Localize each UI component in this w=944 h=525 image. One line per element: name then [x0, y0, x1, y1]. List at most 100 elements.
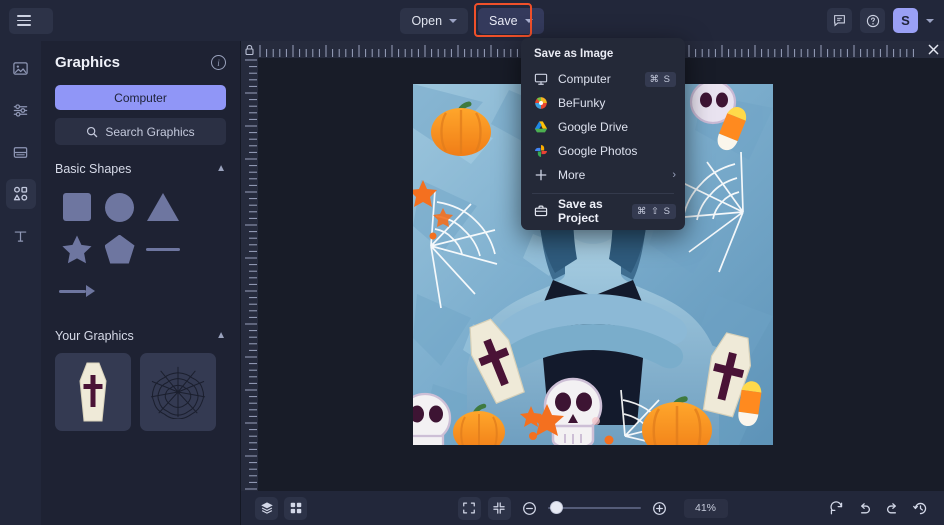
minus-circle-icon — [522, 501, 536, 515]
save-button-label: Save — [489, 13, 518, 28]
rail-item-text[interactable] — [6, 221, 36, 251]
avatar[interactable]: S — [893, 8, 918, 33]
save-menu-item-google-drive[interactable]: Google Drive — [521, 115, 685, 139]
project-menu-chip[interactable] — [9, 7, 53, 34]
text-t-icon — [14, 230, 27, 242]
save-menu-item-google-photos-label: Google Photos — [558, 144, 638, 158]
zoom-slider-knob[interactable] — [549, 501, 563, 514]
redo-button[interactable] — [881, 497, 904, 520]
shape-pentagon[interactable] — [98, 228, 141, 270]
info-icon[interactable]: i — [211, 55, 226, 70]
reset-button[interactable] — [825, 497, 848, 520]
search-graphics-label: Search Graphics — [105, 124, 195, 139]
chevron-down-icon — [524, 18, 533, 23]
reset-icon — [830, 500, 843, 514]
fit-to-screen-icon — [493, 502, 505, 514]
search-graphics-input[interactable]: Search Graphics — [55, 118, 226, 145]
befunky-logo-icon — [535, 97, 547, 109]
shape-star[interactable] — [55, 228, 98, 270]
layers-button[interactable] — [255, 496, 278, 520]
zoom-level-value: 41% — [694, 502, 716, 514]
bottom-bar: 41% — [241, 491, 944, 525]
help-button[interactable] — [860, 8, 885, 33]
section-basic-shapes: Basic Shapes ▲ — [55, 162, 226, 312]
rail-item-image[interactable] — [6, 53, 36, 83]
save-menu-item-more[interactable]: More › — [521, 163, 685, 187]
google-photos-icon — [535, 145, 547, 157]
section-your-graphics-title: Your Graphics — [55, 329, 134, 343]
ruler-lock-button[interactable] — [241, 41, 258, 58]
section-your-graphics-header[interactable]: Your Graphics ▲ — [55, 329, 226, 343]
star-icon — [61, 235, 91, 263]
chevron-down-icon — [449, 18, 458, 23]
redo-arrow-icon — [887, 502, 896, 513]
chevron-right-icon: › — [672, 169, 676, 181]
rail-item-graphics[interactable] — [5, 179, 36, 209]
save-menu-item-computer-shortcut: ⌘ S — [644, 71, 676, 87]
panel-header: Graphics i — [55, 54, 226, 71]
feedback-button[interactable] — [827, 8, 852, 33]
fullscreen-button[interactable] — [457, 496, 481, 520]
save-menu-item-save-as-project-shortcut: ⌘ ⇧ S — [631, 203, 676, 219]
vertical-ruler[interactable] — [241, 58, 258, 525]
shape-square[interactable] — [55, 186, 98, 228]
open-button[interactable]: Open — [400, 7, 469, 34]
section-your-graphics: Your Graphics ▲ — [55, 329, 226, 431]
plus-circle-icon — [652, 501, 666, 515]
thumb-coffin-with-cross[interactable] — [55, 353, 131, 431]
shape-circle[interactable] — [98, 186, 141, 228]
computer-upload-button[interactable]: Computer — [55, 85, 226, 110]
section-basic-shapes-header[interactable]: Basic Shapes ▲ — [55, 162, 226, 176]
skull-center — [543, 377, 603, 445]
image-icon — [13, 61, 28, 75]
close-x-icon — [928, 44, 939, 55]
briefcase-icon — [534, 205, 548, 217]
save-menu-item-computer[interactable]: Computer ⌘ S — [521, 67, 685, 91]
thumb-spider-web[interactable] — [140, 353, 216, 431]
save-menu-item-befunky[interactable]: BeFunky — [521, 91, 685, 115]
chevron-up-icon: ▲ — [216, 330, 226, 341]
grid-icon — [290, 502, 301, 514]
lock-icon — [245, 44, 254, 55]
bottom-bar-left — [241, 496, 307, 520]
zoom-level-input[interactable]: 41% — [683, 498, 728, 518]
basic-shapes-grid — [55, 186, 226, 312]
sliders-icon — [13, 103, 28, 117]
fit-to-screen-button[interactable] — [487, 496, 511, 520]
shape-line[interactable] — [141, 228, 184, 270]
question-circle-icon — [866, 14, 879, 27]
top-bar-center: Open Save — [0, 0, 944, 41]
save-menu-item-befunky-label: BeFunky — [558, 96, 606, 110]
close-ruler-button[interactable] — [925, 41, 942, 58]
undo-arrow-icon — [861, 502, 870, 513]
expand-frame-icon — [463, 502, 475, 514]
layers-icon — [260, 502, 273, 514]
save-dropdown-menu: Save as Image Computer ⌘ S BeFunky Googl… — [521, 38, 685, 230]
section-basic-shapes-title: Basic Shapes — [55, 162, 132, 176]
save-menu-item-save-as-project[interactable]: Save as Project ⌘ ⇧ S — [521, 197, 685, 225]
shape-triangle[interactable] — [141, 186, 184, 228]
top-bar-right: S — [827, 8, 934, 33]
zoom-in-button[interactable] — [648, 497, 671, 520]
rail-item-edit[interactable] — [6, 95, 36, 125]
your-graphics-thumbs — [55, 353, 226, 431]
save-button[interactable]: Save — [474, 2, 544, 37]
zoom-out-button[interactable] — [518, 497, 541, 520]
rail-item-templates[interactable] — [6, 137, 36, 167]
save-menu-item-google-drive-label: Google Drive — [558, 120, 629, 134]
coffin-with-cross-icon — [79, 362, 107, 422]
shape-arrow[interactable] — [55, 270, 98, 312]
save-menu-item-google-photos[interactable]: Google Photos — [521, 139, 685, 163]
history-button[interactable] — [909, 497, 932, 520]
panel-title: Graphics — [55, 54, 121, 71]
account-chevron-down-icon[interactable] — [926, 18, 934, 23]
search-icon — [87, 126, 98, 137]
spider-web-icon — [150, 366, 206, 419]
plus-icon — [535, 169, 547, 181]
grid-button[interactable] — [284, 496, 307, 520]
tool-rail — [0, 41, 41, 525]
top-bar-left — [0, 7, 53, 34]
undo-button[interactable] — [853, 497, 876, 520]
shapes-icon — [13, 186, 27, 201]
zoom-slider[interactable] — [547, 501, 641, 514]
